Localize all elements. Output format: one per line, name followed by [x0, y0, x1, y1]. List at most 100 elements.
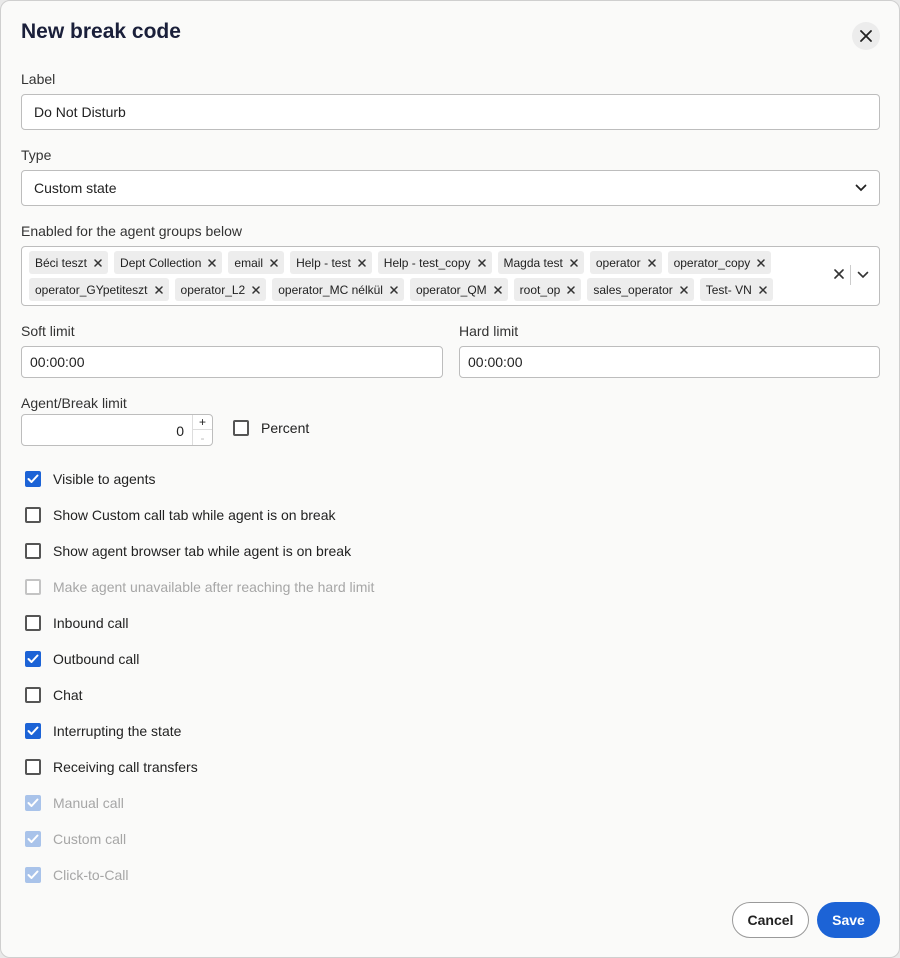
decrement-button[interactable]: - [193, 430, 212, 445]
option-checkbox[interactable] [25, 723, 41, 739]
percent-checkbox-row[interactable]: Percent [233, 420, 309, 436]
group-chip: Dept Collection [114, 251, 223, 274]
group-chip-label: Béci teszt [35, 255, 88, 270]
percent-label: Percent [261, 420, 310, 436]
remove-chip-icon[interactable] [358, 256, 366, 270]
remove-chip-icon[interactable] [208, 256, 217, 270]
hard-limit-input[interactable]: 00:00:00 [459, 346, 880, 378]
option-checkbox [25, 795, 41, 811]
hard-limit-label: Hard limit [459, 323, 519, 339]
option-checkbox[interactable] [25, 507, 41, 523]
group-chip: Help - test [290, 251, 372, 274]
option-label: Show agent browser tab while agent is on… [53, 543, 352, 559]
option-checkbox[interactable] [25, 651, 41, 667]
remove-chip-icon[interactable] [270, 256, 278, 270]
group-chip: operator_MC nélkül [272, 278, 404, 301]
option-checkbox[interactable] [25, 615, 41, 631]
option-row[interactable]: Interrupting the state [25, 723, 181, 739]
group-chip-label: Test- VN [705, 282, 752, 297]
new-break-code-dialog: New break code Label Do Not Disturb Type… [0, 0, 900, 958]
group-chip: Test- VN [699, 278, 773, 301]
option-label: Chat [53, 687, 83, 703]
chevron-down-icon [855, 184, 867, 192]
remove-chip-icon[interactable] [94, 256, 102, 270]
clear-all-icon[interactable] [834, 266, 844, 284]
percent-checkbox[interactable] [233, 420, 249, 436]
option-label: Click-to-Call [53, 867, 129, 883]
option-label: Interrupting the state [53, 723, 182, 739]
agent-groups-multiselect[interactable]: Béci teszt Dept Collection email Help - tes… [21, 246, 880, 306]
close-button[interactable] [852, 22, 880, 50]
remove-chip-icon[interactable] [647, 256, 656, 270]
option-checkbox[interactable] [25, 471, 41, 487]
remove-chip-icon[interactable] [570, 256, 578, 270]
option-row[interactable]: Chat [25, 687, 83, 703]
option-label: Visible to agents [53, 471, 156, 487]
option-label: Inbound call [53, 615, 129, 631]
option-checkbox[interactable] [25, 759, 41, 775]
agent-break-limit-value: 0 [176, 423, 184, 439]
group-chip: operator_QM [409, 278, 508, 301]
group-chip: operator_GYpetiteszt [29, 278, 169, 301]
group-chip: operator_L2 [174, 278, 267, 301]
group-chip: operator_copy [667, 251, 772, 274]
remove-chip-icon[interactable] [493, 283, 502, 297]
cancel-button[interactable]: Cancel [732, 902, 809, 938]
group-chip: email [228, 251, 285, 274]
remove-chip-icon[interactable] [759, 283, 767, 297]
agent-break-limit-label: Agent/Break limit [21, 395, 127, 411]
type-select-value: Custom state [34, 180, 117, 196]
remove-chip-icon[interactable] [154, 283, 163, 297]
dialog-title: New break code [21, 20, 181, 43]
remove-chip-icon[interactable] [567, 283, 576, 297]
group-chip-label: email [234, 255, 264, 270]
option-row[interactable]: Receiving call transfers [25, 759, 198, 775]
group-chip-label: Help - test [296, 255, 351, 270]
increment-button[interactable]: + [193, 415, 212, 430]
group-chip-label: Dept Collection [120, 255, 202, 270]
agent-break-limit-input[interactable]: 0 + - [21, 414, 213, 446]
group-chip-label: operator_copy [673, 255, 751, 270]
option-label: Outbound call [53, 651, 140, 667]
option-checkbox[interactable] [25, 543, 41, 559]
option-checkbox[interactable] [25, 687, 41, 703]
option-row: Custom call [25, 831, 126, 847]
option-row[interactable]: Visible to agents [25, 471, 155, 487]
remove-chip-icon[interactable] [477, 256, 486, 270]
chevron-down-icon[interactable] [857, 266, 869, 284]
group-chip-label: operator_QM [415, 282, 487, 297]
option-row: Make agent unavailable after reaching th… [25, 579, 374, 595]
group-chip: Béci teszt [29, 251, 109, 274]
option-row[interactable]: Show Custom call tab while agent is on b… [25, 507, 335, 523]
remove-chip-icon[interactable] [390, 283, 398, 297]
option-checkbox [25, 831, 41, 847]
label-input[interactable]: Do Not Disturb [21, 94, 880, 130]
group-chip-label: operator_MC nélkül [278, 282, 383, 297]
type-field-label: Type [21, 147, 52, 163]
group-chip-label: operator [595, 255, 641, 270]
option-label: Custom call [53, 831, 127, 847]
option-row[interactable]: Outbound call [25, 651, 139, 667]
option-label: Show Custom call tab while agent is on b… [53, 507, 336, 523]
group-chip-label: operator_L2 [180, 282, 246, 297]
save-button[interactable]: Save [817, 902, 880, 938]
option-checkbox [25, 867, 41, 883]
option-row[interactable]: Inbound call [25, 615, 129, 631]
option-row: Click-to-Call [25, 867, 128, 883]
close-icon [860, 30, 872, 42]
option-label: Receiving call transfers [53, 759, 198, 775]
group-chip: Magda test [497, 251, 584, 274]
group-chip-label: operator_GYpetiteszt [35, 282, 148, 297]
remove-chip-icon[interactable] [757, 256, 766, 270]
group-chip-label: Help - test_copy [383, 255, 471, 270]
remove-chip-icon[interactable] [252, 283, 260, 297]
option-row[interactable]: Show agent browser tab while agent is on… [25, 543, 351, 559]
label-field-label: Label [21, 71, 56, 87]
quantity-stepper: + - [192, 415, 212, 445]
remove-chip-icon[interactable] [680, 283, 688, 297]
soft-limit-input[interactable]: 00:00:00 [21, 346, 443, 378]
group-chip: Help - test_copy [377, 251, 492, 274]
option-label: Manual call [53, 795, 124, 811]
soft-limit-label: Soft limit [21, 323, 75, 339]
type-select[interactable]: Custom state [21, 170, 880, 206]
